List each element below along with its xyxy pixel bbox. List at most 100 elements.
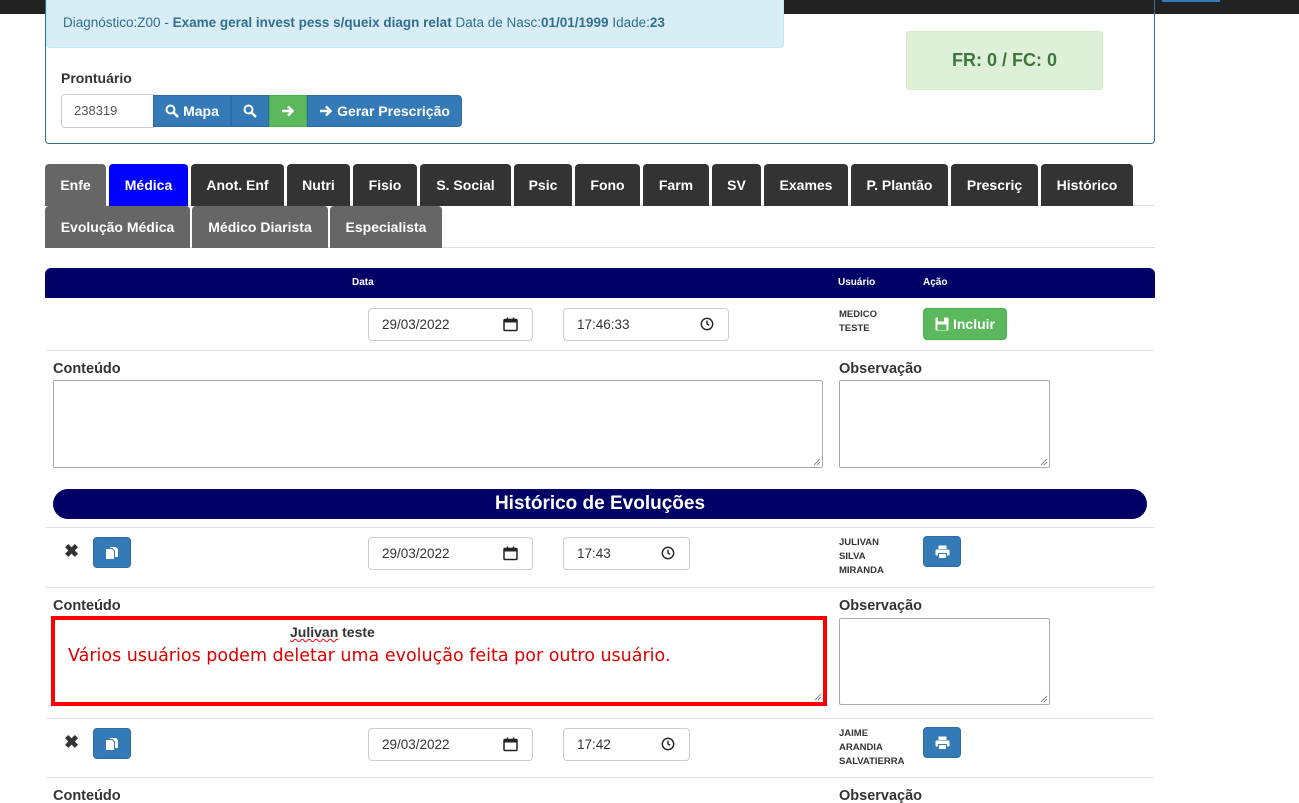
print-button[interactable] bbox=[923, 727, 961, 758]
age-label: Idade: bbox=[608, 15, 650, 30]
search-icon bbox=[165, 104, 179, 118]
resize-grip-icon[interactable] bbox=[1040, 458, 1048, 466]
history-user: JULIVAN SILVA MIRANDA bbox=[839, 536, 884, 578]
copy-icon bbox=[106, 546, 118, 559]
new-conteudo-textarea[interactable] bbox=[53, 380, 823, 468]
tabs-row-2: Evolução Médica Médico Diarista Especial… bbox=[45, 206, 1155, 248]
tab-exames[interactable]: Exames bbox=[764, 164, 848, 206]
conteudo-label: Conteúdo bbox=[53, 788, 121, 803]
arrow-right-icon bbox=[320, 105, 333, 117]
new-time-input[interactable]: 17:46:33 bbox=[563, 308, 729, 341]
history-date-input[interactable]: 29/03/2022 bbox=[368, 728, 533, 761]
delete-icon[interactable]: ✖ bbox=[64, 732, 79, 753]
incluir-label: Incluir bbox=[952, 316, 995, 332]
new-observacao-textarea[interactable] bbox=[839, 380, 1050, 468]
tab-farm[interactable]: Farm bbox=[643, 164, 709, 206]
gerar-prescricao-button[interactable]: Gerar Prescrição bbox=[307, 95, 462, 127]
row-divider bbox=[45, 718, 1155, 719]
incluir-button[interactable]: Incluir bbox=[923, 308, 1007, 340]
tab-especialista[interactable]: Especialista bbox=[330, 206, 442, 248]
mapa-button[interactable]: Mapa bbox=[153, 95, 231, 127]
user-line: MEDICO bbox=[839, 309, 877, 320]
patient-panel: Diagnóstico:Z00 - Exame geral invest pes… bbox=[45, 0, 1155, 144]
content-word: Julivan bbox=[290, 624, 339, 640]
print-button[interactable] bbox=[923, 536, 961, 567]
calendar-icon[interactable] bbox=[503, 737, 518, 752]
tab-evolucao-medica[interactable]: Evolução Médica bbox=[45, 206, 190, 248]
tab-p-plantao[interactable]: P. Plantão bbox=[851, 164, 948, 206]
user-line: TESTE bbox=[839, 323, 870, 334]
user-line: MIRANDA bbox=[839, 565, 884, 576]
row-divider bbox=[45, 350, 1155, 351]
copy-icon bbox=[106, 737, 118, 750]
history-observacao-textarea[interactable] bbox=[839, 618, 1050, 705]
prontuario-input[interactable]: 238319 bbox=[61, 94, 154, 128]
history-date-value: 29/03/2022 bbox=[382, 737, 450, 752]
go-button[interactable] bbox=[269, 95, 307, 127]
history-time-input[interactable]: 17:43 bbox=[563, 537, 690, 570]
history-date-value: 29/03/2022 bbox=[382, 546, 450, 561]
gerar-prescricao-label: Gerar Prescrição bbox=[337, 103, 450, 119]
history-time-value: 17:42 bbox=[577, 737, 611, 752]
header-usuario: Usuário bbox=[838, 277, 876, 288]
header-acao: Ação bbox=[923, 277, 948, 288]
tab-s-social[interactable]: S. Social bbox=[420, 164, 511, 206]
diagnosis-code: Z00 bbox=[137, 15, 161, 30]
header-data: Data bbox=[352, 277, 374, 288]
evolution-table-header: Data Usuário Ação bbox=[45, 268, 1155, 298]
diagnosis-separator: - bbox=[160, 15, 173, 30]
birth-date: 01/01/1999 bbox=[540, 15, 609, 30]
annotation-text: Vários usuários podem deletar uma evoluç… bbox=[68, 646, 671, 666]
row-divider bbox=[45, 587, 1155, 588]
tab-sv[interactable]: SV bbox=[712, 164, 761, 206]
user-line: ARANDIA bbox=[839, 742, 883, 753]
vitals-box: FR: 0 / FC: 0 bbox=[906, 31, 1103, 90]
tab-anot-enf[interactable]: Anot. Enf bbox=[191, 164, 284, 206]
tab-enfe[interactable]: Enfe bbox=[45, 164, 106, 206]
new-entry-user: MEDICO TESTE bbox=[839, 308, 877, 336]
tab-nutri[interactable]: Nutri bbox=[287, 164, 350, 206]
highlighted-conteudo-box[interactable]: Julivan teste Vários usuários podem dele… bbox=[51, 616, 827, 706]
tabs-row-1: Enfe Médica Anot. Enf Nutri Fisio S. Soc… bbox=[45, 164, 1155, 206]
history-date-input[interactable]: 29/03/2022 bbox=[368, 537, 533, 570]
resize-grip-icon[interactable] bbox=[813, 458, 821, 466]
clock-icon[interactable] bbox=[661, 737, 675, 751]
birth-label: Data de Nasc: bbox=[451, 15, 541, 30]
user-line: JULIVAN bbox=[839, 537, 879, 548]
tab-psic[interactable]: Psic bbox=[514, 164, 572, 206]
clock-icon[interactable] bbox=[661, 546, 675, 560]
resize-grip-icon[interactable] bbox=[1040, 695, 1048, 703]
print-icon bbox=[935, 736, 949, 750]
row-divider bbox=[45, 527, 1155, 528]
user-line: JAIME bbox=[839, 728, 869, 739]
new-date-input[interactable]: 29/03/2022 bbox=[368, 308, 533, 341]
delete-icon[interactable]: ✖ bbox=[64, 541, 79, 562]
mapa-label: Mapa bbox=[183, 103, 219, 119]
history-time-input[interactable]: 17:42 bbox=[563, 728, 690, 761]
calendar-icon[interactable] bbox=[503, 317, 518, 332]
row-divider bbox=[45, 777, 1155, 778]
user-line: SALVATIERRA bbox=[839, 756, 905, 767]
observacao-label: Observação bbox=[839, 788, 923, 803]
copy-button[interactable] bbox=[93, 728, 131, 759]
tab-prescric[interactable]: Prescriç bbox=[951, 164, 1038, 206]
search-icon bbox=[243, 104, 257, 118]
tab-fisio[interactable]: Fisio bbox=[353, 164, 417, 206]
search-button[interactable] bbox=[231, 95, 269, 127]
observacao-label: Observação bbox=[839, 598, 923, 614]
calendar-icon[interactable] bbox=[503, 546, 518, 561]
tab-fono[interactable]: Fono bbox=[575, 164, 640, 206]
tab-medica[interactable]: Médica bbox=[109, 164, 188, 206]
top-bar-accent bbox=[1162, 0, 1220, 2]
clock-icon[interactable] bbox=[700, 317, 714, 331]
history-user: JAIME ARANDIA SALVATIERRA bbox=[839, 727, 904, 769]
print-icon bbox=[935, 545, 949, 559]
tab-medico-diarista[interactable]: Médico Diarista bbox=[192, 206, 328, 248]
tab-historico[interactable]: Histórico bbox=[1041, 164, 1133, 206]
diagnosis-alert: Diagnóstico:Z00 - Exame geral invest pes… bbox=[46, 0, 784, 48]
diagnosis-line: Diagnóstico:Z00 - Exame geral invest pes… bbox=[63, 15, 665, 30]
save-icon bbox=[935, 317, 949, 331]
copy-button[interactable] bbox=[93, 537, 131, 568]
resize-grip-icon[interactable] bbox=[814, 693, 822, 701]
history-content-text: Julivan teste bbox=[290, 624, 375, 640]
